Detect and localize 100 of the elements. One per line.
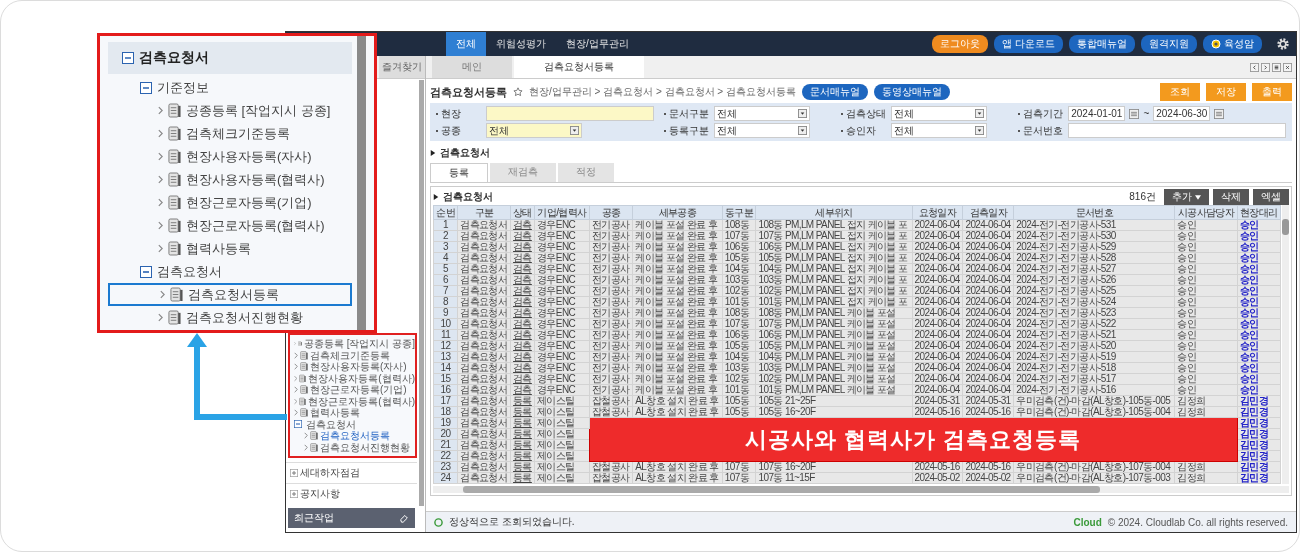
manual-button[interactable]: 문서매뉴얼	[801, 84, 868, 100]
status-link[interactable]: 검측	[510, 230, 535, 242]
tree-folder[interactable]: 검측요청서	[108, 42, 352, 74]
calendar-icon[interactable]	[1129, 108, 1140, 119]
star-icon[interactable]	[513, 87, 523, 97]
status-link[interactable]: 검측	[510, 263, 535, 275]
status-link[interactable]: 등록	[510, 439, 535, 451]
approver-link[interactable]: 승인	[1237, 263, 1281, 275]
approver-link[interactable]: 김민경	[1237, 406, 1281, 418]
approver-link[interactable]: 김민경	[1237, 472, 1281, 484]
approver-link[interactable]: 김민경	[1237, 461, 1281, 473]
date-field[interactable]: 2024-01-01	[1068, 106, 1126, 121]
status-link[interactable]: 등록	[510, 461, 535, 473]
select-field[interactable]: 전체	[890, 123, 987, 138]
menu-item[interactable]: 검측체크기준등록	[108, 122, 352, 145]
status-link[interactable]: 등록	[510, 406, 535, 418]
status-link[interactable]: 검측	[510, 219, 535, 231]
menu-item[interactable]: 검측요청서진행현황	[108, 306, 352, 329]
grid-button[interactable]: 삭제	[1213, 189, 1249, 205]
approver-link[interactable]: 김민경	[1237, 450, 1281, 462]
close-icon[interactable]	[1283, 62, 1292, 72]
menu-item[interactable]: 공종등록 [작업지시 공종]	[290, 338, 415, 350]
approver-link[interactable]: 승인	[1237, 362, 1281, 374]
header-button[interactable]: 원격지원	[1141, 35, 1197, 53]
scrollbar[interactable]	[419, 80, 424, 506]
approver-link[interactable]: 승인	[1237, 329, 1281, 341]
select-field[interactable]: 전체	[713, 106, 810, 121]
nav-tab[interactable]: 현장/업무관리	[556, 32, 639, 56]
approver-link[interactable]: 김민경	[1237, 395, 1281, 407]
status-link[interactable]: 등록	[510, 450, 535, 462]
approver-link[interactable]: 승인	[1237, 285, 1281, 297]
approver-link[interactable]: 승인	[1237, 373, 1281, 385]
menu-item[interactable]: 현장사용자등록(협력사)	[108, 168, 352, 191]
status-link[interactable]: 검측	[510, 274, 535, 286]
text-field[interactable]	[486, 106, 654, 121]
tree-folder[interactable]: 검측요청서	[108, 260, 352, 283]
approver-link[interactable]: 승인	[1237, 307, 1281, 319]
eraser-icon[interactable]	[399, 513, 409, 523]
approver-link[interactable]: 승인	[1237, 241, 1281, 253]
approver-link[interactable]: 승인	[1237, 384, 1281, 396]
status-link[interactable]: 등록	[510, 472, 535, 484]
manual-button[interactable]: 동영상매뉴얼	[873, 84, 950, 100]
menu-item[interactable]: 현장근로자등록(기업)	[108, 191, 352, 214]
menu-item[interactable]: 공종등록 [작업지시 공종]	[108, 99, 352, 122]
approver-link[interactable]: 승인	[1237, 296, 1281, 308]
menu-item[interactable]: 현장사용자등록(자사)	[290, 361, 415, 373]
approver-link[interactable]: 승인	[1237, 252, 1281, 264]
menu-item[interactable]: 현장사용자등록(자사)	[108, 145, 352, 168]
calendar-icon[interactable]	[1214, 108, 1225, 119]
scrollbar[interactable]	[433, 486, 1289, 493]
menu-section[interactable]: 공지사항	[286, 483, 417, 504]
menu-section[interactable]: 세대하자점검	[286, 462, 417, 483]
approver-link[interactable]: 승인	[1237, 219, 1281, 231]
nav-tab[interactable]: 전체	[446, 32, 486, 56]
list-icon[interactable]	[1272, 62, 1281, 72]
grid-button[interactable]: 추가	[1164, 189, 1209, 205]
scrollbar[interactable]	[1282, 205, 1289, 484]
date-field[interactable]: 2024-06-30	[1153, 106, 1211, 121]
status-link[interactable]: 검측	[510, 340, 535, 352]
status-link[interactable]: 검측	[510, 285, 535, 297]
approver-link[interactable]: 승인	[1237, 274, 1281, 286]
menu-item[interactable]: 현장근로자등록(기업)	[290, 384, 415, 396]
recent-bar[interactable]: 최근작업	[288, 508, 415, 528]
next-icon[interactable]	[1261, 62, 1270, 72]
status-link[interactable]: 검측	[510, 384, 535, 396]
approver-link[interactable]: 승인	[1237, 318, 1281, 330]
menu-item[interactable]: 검측요청서진행현황	[290, 441, 415, 453]
tree-folder[interactable]: 기준정보	[108, 76, 352, 99]
status-link[interactable]: 등록	[510, 428, 535, 440]
status-link[interactable]: 검측	[510, 373, 535, 385]
approver-link[interactable]: 승인	[1237, 230, 1281, 242]
favorites-tab[interactable]: 즐겨찾기	[379, 56, 425, 78]
status-link[interactable]: 검측	[510, 307, 535, 319]
header-button[interactable]: 앱 다운로드	[994, 35, 1063, 53]
select-field[interactable]: 전체	[713, 123, 810, 138]
tree-folder[interactable]: 검측요청서	[290, 418, 415, 430]
status-link[interactable]: 검측	[510, 351, 535, 363]
status-link[interactable]: 등록	[510, 395, 535, 407]
menu-item[interactable]: 검측요청서등록	[108, 283, 352, 306]
grid-button[interactable]: 엑셀	[1253, 189, 1289, 205]
header-button[interactable]: 통합매뉴얼	[1069, 35, 1135, 53]
select-field[interactable]: 전체	[890, 106, 987, 121]
approver-link[interactable]: 승인	[1237, 351, 1281, 363]
menu-item[interactable]: 현장사용자등록(협력사)	[290, 372, 415, 384]
previous-icon[interactable]	[1250, 62, 1259, 72]
status-link[interactable]: 검측	[510, 362, 535, 374]
text-field[interactable]	[1068, 123, 1286, 138]
approver-link[interactable]: 김민경	[1237, 417, 1281, 429]
menu-item[interactable]: 협력사등록	[108, 237, 352, 260]
menu-item[interactable]: 협력사등록	[290, 407, 415, 419]
page-tab[interactable]: 검측요청서등록	[514, 56, 644, 78]
status-link[interactable]: 검측	[510, 241, 535, 253]
nav-tab[interactable]: 위험성평가	[486, 32, 556, 56]
menu-item[interactable]: 현장근로자등록(협력사)	[290, 395, 415, 407]
status-link[interactable]: 검측	[510, 296, 535, 308]
menu-item[interactable]: 검측체크기준등록	[290, 349, 415, 361]
approver-link[interactable]: 승인	[1237, 340, 1281, 352]
sub-tab[interactable]: 등록	[430, 163, 488, 182]
approver-link[interactable]: 김민경	[1237, 428, 1281, 440]
user-button[interactable]: 육성암	[1203, 35, 1262, 53]
